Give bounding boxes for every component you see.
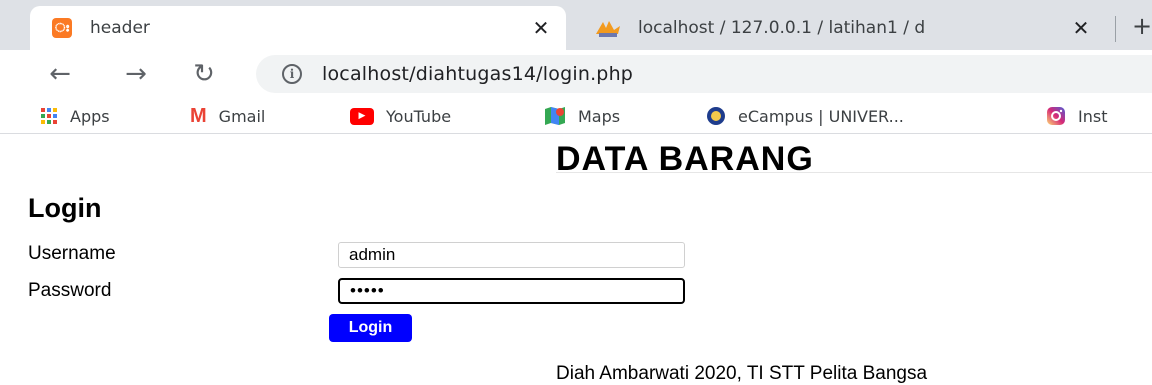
password-label: Password xyxy=(28,280,112,301)
ecampus-icon xyxy=(706,106,726,126)
bookmark-label: YouTube xyxy=(386,106,452,126)
instagram-icon xyxy=(1046,106,1066,126)
bookmarks-bar: Apps M Gmail ▶ YouTube Maps eCampus | UN… xyxy=(0,98,1152,134)
title-divider xyxy=(556,172,1152,173)
tab-phpmyadmin[interactable]: localhost / 127.0.0.1 / latihan1 / d ✕ xyxy=(576,6,1106,50)
new-tab-icon[interactable]: + xyxy=(1132,12,1152,40)
site-info-icon[interactable]: i xyxy=(282,64,302,84)
gmail-icon: M xyxy=(190,104,207,127)
bookmark-label: Maps xyxy=(578,106,621,126)
bookmark-ecampus[interactable]: eCampus | UNIVER... xyxy=(706,104,904,128)
browser-toolbar: ← → ↻ i localhost/diahtugas14/login.php xyxy=(0,50,1152,98)
close-tab-icon[interactable]: ✕ xyxy=(1066,13,1096,43)
tab-header[interactable]: ഃ header ✕ xyxy=(30,6,566,50)
tab-strip: ഃ header ✕ localhost / 127.0.0.1 / latih… xyxy=(0,0,1152,50)
bookmark-maps[interactable]: Maps xyxy=(544,104,620,128)
bookmark-label: Gmail xyxy=(218,106,266,126)
username-label: Username xyxy=(28,243,116,264)
back-arrow-icon[interactable]: ← xyxy=(42,54,78,94)
bookmark-instagram[interactable]: Inst xyxy=(1046,104,1107,128)
forward-arrow-icon[interactable]: → xyxy=(118,54,154,94)
bookmark-apps[interactable]: Apps xyxy=(40,104,110,128)
login-button[interactable]: Login xyxy=(329,314,412,342)
youtube-icon: ▶ xyxy=(350,107,374,125)
tab-separator xyxy=(1115,16,1116,42)
login-heading: Login xyxy=(28,193,102,223)
bookmark-label: Apps xyxy=(70,106,110,126)
username-input[interactable] xyxy=(338,242,685,268)
xampp-icon: ഃ xyxy=(52,18,72,38)
phpmyadmin-icon xyxy=(594,18,622,38)
close-tab-icon[interactable]: ✕ xyxy=(526,13,556,43)
password-input[interactable] xyxy=(338,278,685,304)
footer-credit: Diah Ambarwati 2020, TI STT Pelita Bangs… xyxy=(556,363,928,384)
reload-icon[interactable]: ↻ xyxy=(186,54,222,94)
tab-title: header xyxy=(90,18,150,38)
address-bar[interactable]: i localhost/diahtugas14/login.php xyxy=(256,55,1152,93)
maps-icon xyxy=(544,106,566,126)
bookmark-label: eCampus | UNIVER... xyxy=(738,106,904,126)
bookmark-label: Inst xyxy=(1078,106,1108,126)
page-title: DATA BARANG xyxy=(556,140,814,178)
url-text[interactable]: localhost/diahtugas14/login.php xyxy=(322,63,633,85)
apps-grid-icon xyxy=(40,107,58,125)
tab-title: localhost / 127.0.0.1 / latihan1 / d xyxy=(638,18,926,38)
bookmark-youtube[interactable]: ▶ YouTube xyxy=(350,104,451,128)
bookmark-gmail[interactable]: M Gmail xyxy=(190,104,265,128)
